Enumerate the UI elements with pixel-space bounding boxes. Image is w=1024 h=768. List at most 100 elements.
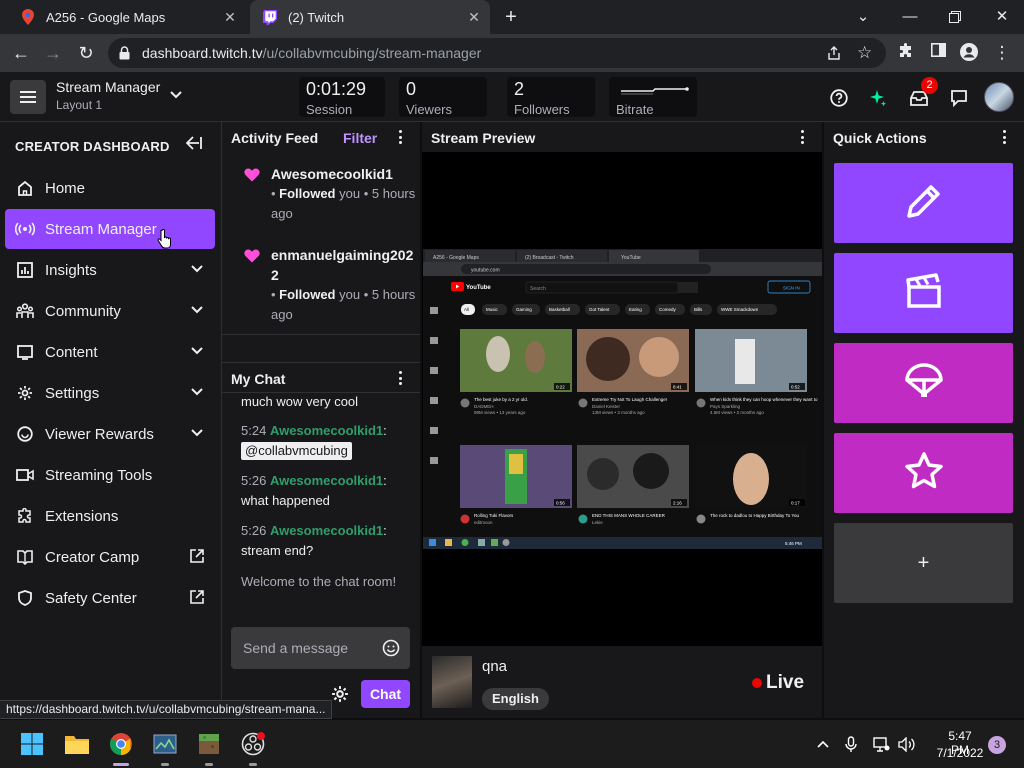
event-description: • Followed you • 5 hours ago: [271, 287, 416, 322]
chevron-down-icon[interactable]: [189, 343, 205, 359]
volume-icon[interactable]: [898, 735, 916, 753]
quick-action-drops[interactable]: [834, 343, 1013, 423]
chevron-down-icon[interactable]: [189, 384, 205, 400]
sidebar-item-home[interactable]: Home: [5, 168, 215, 208]
minimize-icon[interactable]: —: [899, 6, 921, 28]
external-link-icon[interactable]: [189, 548, 205, 564]
bookmark-star-icon[interactable]: ☆: [857, 43, 872, 63]
add-quick-action-button[interactable]: +: [834, 523, 1013, 603]
chevron-down-icon[interactable]: [189, 302, 205, 318]
back-icon[interactable]: ←: [10, 42, 32, 64]
screen-sign-in: SIGN IN: [783, 286, 800, 291]
app-indicator: [205, 763, 213, 766]
stream-preview-header: Stream Preview: [422, 122, 822, 152]
plus-icon: +: [917, 551, 930, 574]
address-bar[interactable]: dashboard.twitch.tv/u/collabvmcubing/str…: [108, 38, 886, 68]
stream-title[interactable]: qna: [482, 658, 507, 675]
task-manager-icon[interactable]: [151, 730, 179, 758]
sidebar-item-safety-center[interactable]: Safety Center: [5, 578, 215, 618]
inbox-count-badge: 2: [921, 77, 938, 94]
help-icon[interactable]: [828, 87, 850, 109]
follower-name[interactable]: Awesomecoolkid1: [271, 164, 420, 184]
more-options-icon[interactable]: [797, 129, 807, 145]
extensions-puzzle-icon[interactable]: [896, 43, 916, 63]
more-options-icon[interactable]: [395, 370, 405, 386]
screen-video-title: The rock to dadlou to Happy Birthday To …: [710, 513, 799, 518]
follower-name[interactable]: enmanuelgaiming2022: [271, 245, 420, 285]
quick-action-featured[interactable]: [834, 433, 1013, 513]
stream-language-tag[interactable]: English: [482, 688, 549, 710]
obs-icon[interactable]: [239, 730, 267, 758]
microphone-icon[interactable]: [842, 735, 860, 753]
hamburger-menu-button[interactable]: [10, 80, 46, 114]
file-explorer-icon[interactable]: [63, 730, 91, 758]
stream-preview-video[interactable]: A256 - Google Maps (2) Broadcast - Twitc…: [423, 249, 822, 549]
chevron-down-icon[interactable]: [189, 261, 205, 277]
screen-video-duration: 0:56: [556, 501, 565, 506]
whispers-icon[interactable]: [948, 87, 970, 109]
browser-tab-strip: A256 - Google Maps ✕ (2) Twitch ✕ + ⌄ — …: [0, 0, 1024, 34]
sparkle-icon[interactable]: [867, 87, 889, 109]
quick-action-clip[interactable]: [834, 253, 1013, 333]
chat-settings-gear-icon[interactable]: [331, 685, 349, 708]
sidebar-item-extensions[interactable]: Extensions: [5, 496, 215, 536]
network-icon[interactable]: [872, 735, 890, 753]
collapse-sidebar-icon[interactable]: [185, 136, 202, 155]
restore-icon[interactable]: [944, 6, 966, 28]
browser-menu-icon[interactable]: ⋮: [992, 43, 1012, 63]
close-icon[interactable]: ✕: [222, 9, 238, 25]
side-panel-icon[interactable]: [928, 43, 948, 63]
sidebar-item-settings[interactable]: Settings: [5, 373, 215, 413]
lock-icon[interactable]: [119, 46, 130, 65]
tab-twitch[interactable]: (2) Twitch ✕: [250, 0, 490, 34]
filter-button[interactable]: Filter: [343, 130, 377, 146]
notification-count-badge[interactable]: 3: [988, 736, 1006, 754]
tab-search-icon[interactable]: ⌄: [852, 6, 874, 28]
forward-icon[interactable]: →: [42, 42, 64, 64]
profile-icon[interactable]: [959, 43, 979, 63]
sidebar-item-stream-manager[interactable]: Stream Manager: [5, 209, 215, 249]
mention-chip[interactable]: @collabvmcubing: [241, 442, 352, 460]
screen-tab-label: A256 - Google Maps: [433, 255, 479, 261]
layout-chevron-down-icon[interactable]: [170, 86, 182, 102]
sidebar-item-creator-camp[interactable]: Creator Camp: [5, 537, 215, 577]
chrome-icon[interactable]: [107, 730, 135, 758]
show-hidden-icons-chevron-up-icon[interactable]: [814, 735, 832, 753]
chevron-down-icon[interactable]: [189, 425, 205, 441]
quick-action-edit-stream-info[interactable]: [834, 163, 1013, 243]
close-icon[interactable]: ✕: [466, 9, 482, 25]
home-icon: [15, 178, 35, 198]
send-chat-button[interactable]: Chat: [361, 680, 410, 708]
sidebar-item-community[interactable]: Community: [5, 291, 215, 331]
more-options-icon[interactable]: [999, 129, 1009, 145]
chat-username[interactable]: Awesomecoolkid1: [270, 523, 383, 538]
screen-video-duration: 2:16: [673, 501, 682, 506]
user-avatar[interactable]: [984, 82, 1014, 112]
creator-dashboard-sidebar: CREATOR DASHBOARD Home Stream Manager In…: [0, 122, 222, 718]
screen-video-title: When kids think they can hoop whenever t…: [710, 397, 818, 402]
taskbar-clock-date[interactable]: 7/1/2022: [930, 746, 990, 760]
insights-icon: [15, 260, 35, 280]
minecraft-icon[interactable]: [195, 730, 223, 758]
sidebar-item-insights[interactable]: Insights: [5, 250, 215, 290]
start-windows-icon[interactable]: [18, 730, 46, 758]
emote-picker-icon[interactable]: [382, 639, 400, 662]
screen-chip: All: [464, 307, 469, 312]
chat-username[interactable]: Awesomecoolkid1: [270, 423, 383, 438]
chat-input[interactable]: Send a message: [231, 627, 410, 669]
close-window-icon[interactable]: ✕: [991, 6, 1013, 28]
share-icon[interactable]: [826, 45, 842, 66]
reload-icon[interactable]: ↻: [75, 42, 97, 64]
sidebar-item-content[interactable]: Content: [5, 332, 215, 372]
chat-username[interactable]: Awesomecoolkid1: [270, 473, 383, 488]
activity-feed-header: Activity Feed Filter: [222, 122, 420, 152]
heart-icon: [244, 168, 260, 187]
external-link-icon[interactable]: [189, 589, 205, 605]
app-indicator: [249, 763, 257, 766]
tab-google-maps[interactable]: A256 - Google Maps ✕: [8, 0, 246, 34]
sidebar-item-streaming-tools[interactable]: Streaming Tools: [5, 455, 215, 495]
chat-message: 5:24 Awesomecoolkid1: @collabvmcubing: [241, 423, 387, 460]
sidebar-item-viewer-rewards[interactable]: Viewer Rewards: [5, 414, 215, 454]
more-options-icon[interactable]: [395, 129, 405, 145]
new-tab-button[interactable]: +: [500, 6, 522, 28]
